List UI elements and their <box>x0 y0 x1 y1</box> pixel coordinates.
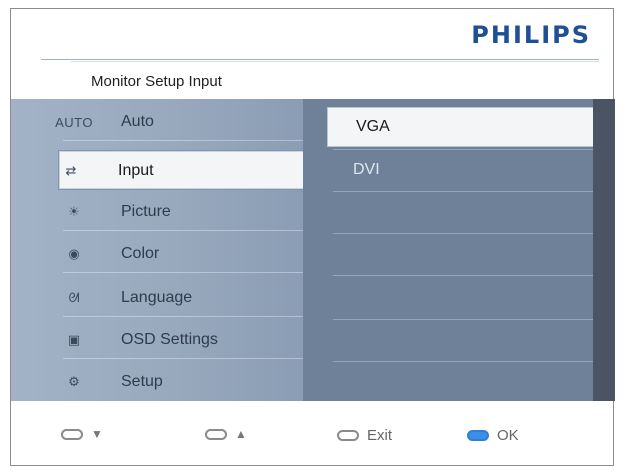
key-button-icon <box>337 430 359 441</box>
submenu-item-dvi[interactable]: DVI <box>325 151 595 191</box>
submenu-divider <box>333 319 593 320</box>
key-button-icon <box>205 428 227 440</box>
header-divider <box>41 59 599 60</box>
exit-label: Exit <box>367 427 393 444</box>
submenu-item-vga[interactable]: VGA <box>327 107 595 147</box>
osd-window: PHILIPS Monitor Setup Input AUTO Auto ⇄ … <box>10 8 615 466</box>
menu-item-language[interactable]: ᘛ Language <box>63 279 303 317</box>
menu-item-picture[interactable]: ☀ Picture <box>63 193 303 231</box>
brand-logo: PHILIPS <box>471 21 591 49</box>
osd-settings-icon: ▣ <box>67 332 81 347</box>
color-icon: ◉ <box>68 246 80 261</box>
exit-key[interactable]: Exit <box>337 427 392 444</box>
submenu-divider <box>333 361 593 362</box>
menu-item-label: Setup <box>121 373 163 390</box>
picture-icon: ☀ <box>68 204 80 219</box>
title-bar: Monitor Setup Input <box>11 65 613 100</box>
ok-label: OK <box>497 427 519 444</box>
ok-key[interactable]: OK <box>467 427 519 444</box>
submenu-item-label: DVI <box>353 161 380 178</box>
menu-item-osd-settings[interactable]: ▣ OSD Settings <box>63 321 303 359</box>
menu-item-color[interactable]: ◉ Color <box>63 235 303 273</box>
control-key-bar: ▼ ▲ Exit OK <box>11 401 613 465</box>
submenu: VGA DVI <box>303 99 595 401</box>
ok-button-icon <box>467 430 489 441</box>
menu-item-label: Language <box>121 289 193 306</box>
menu-area: AUTO Auto ⇄ Input ☀ Picture ◉ Color ᘛ La… <box>11 99 615 401</box>
menu-item-label: Picture <box>121 203 171 220</box>
submenu-divider <box>333 275 593 276</box>
setup-icon: ⚙ <box>68 374 80 389</box>
menu-item-label: Color <box>121 245 160 262</box>
menu-item-label: OSD Settings <box>121 331 218 348</box>
menu-item-label: Auto <box>121 113 154 130</box>
key-button-icon <box>61 428 83 440</box>
submenu-item-label: VGA <box>356 118 390 135</box>
main-menu: AUTO Auto ⇄ Input ☀ Picture ◉ Color ᘛ La… <box>11 99 307 401</box>
submenu-divider <box>333 149 593 150</box>
down-key[interactable]: ▼ <box>61 427 103 441</box>
header-divider-secondary <box>71 61 599 62</box>
menu-item-setup[interactable]: ⚙ Setup <box>63 363 303 401</box>
submenu-divider <box>333 191 593 192</box>
menu-right-edge <box>593 99 615 401</box>
menu-item-auto[interactable]: AUTO Auto <box>55 103 303 141</box>
down-arrow-icon: ▼ <box>91 427 103 441</box>
up-arrow-icon: ▲ <box>235 427 247 441</box>
language-icon: ᘛ <box>68 290 80 305</box>
menu-item-input[interactable]: ⇄ Input <box>59 151 307 189</box>
auto-icon: AUTO <box>55 114 93 130</box>
menu-item-label: Input <box>118 162 154 179</box>
up-key[interactable]: ▲ <box>205 427 247 441</box>
page-title: Monitor Setup Input <box>91 73 222 90</box>
submenu-divider <box>333 233 593 234</box>
input-icon: ⇄ <box>65 163 77 178</box>
